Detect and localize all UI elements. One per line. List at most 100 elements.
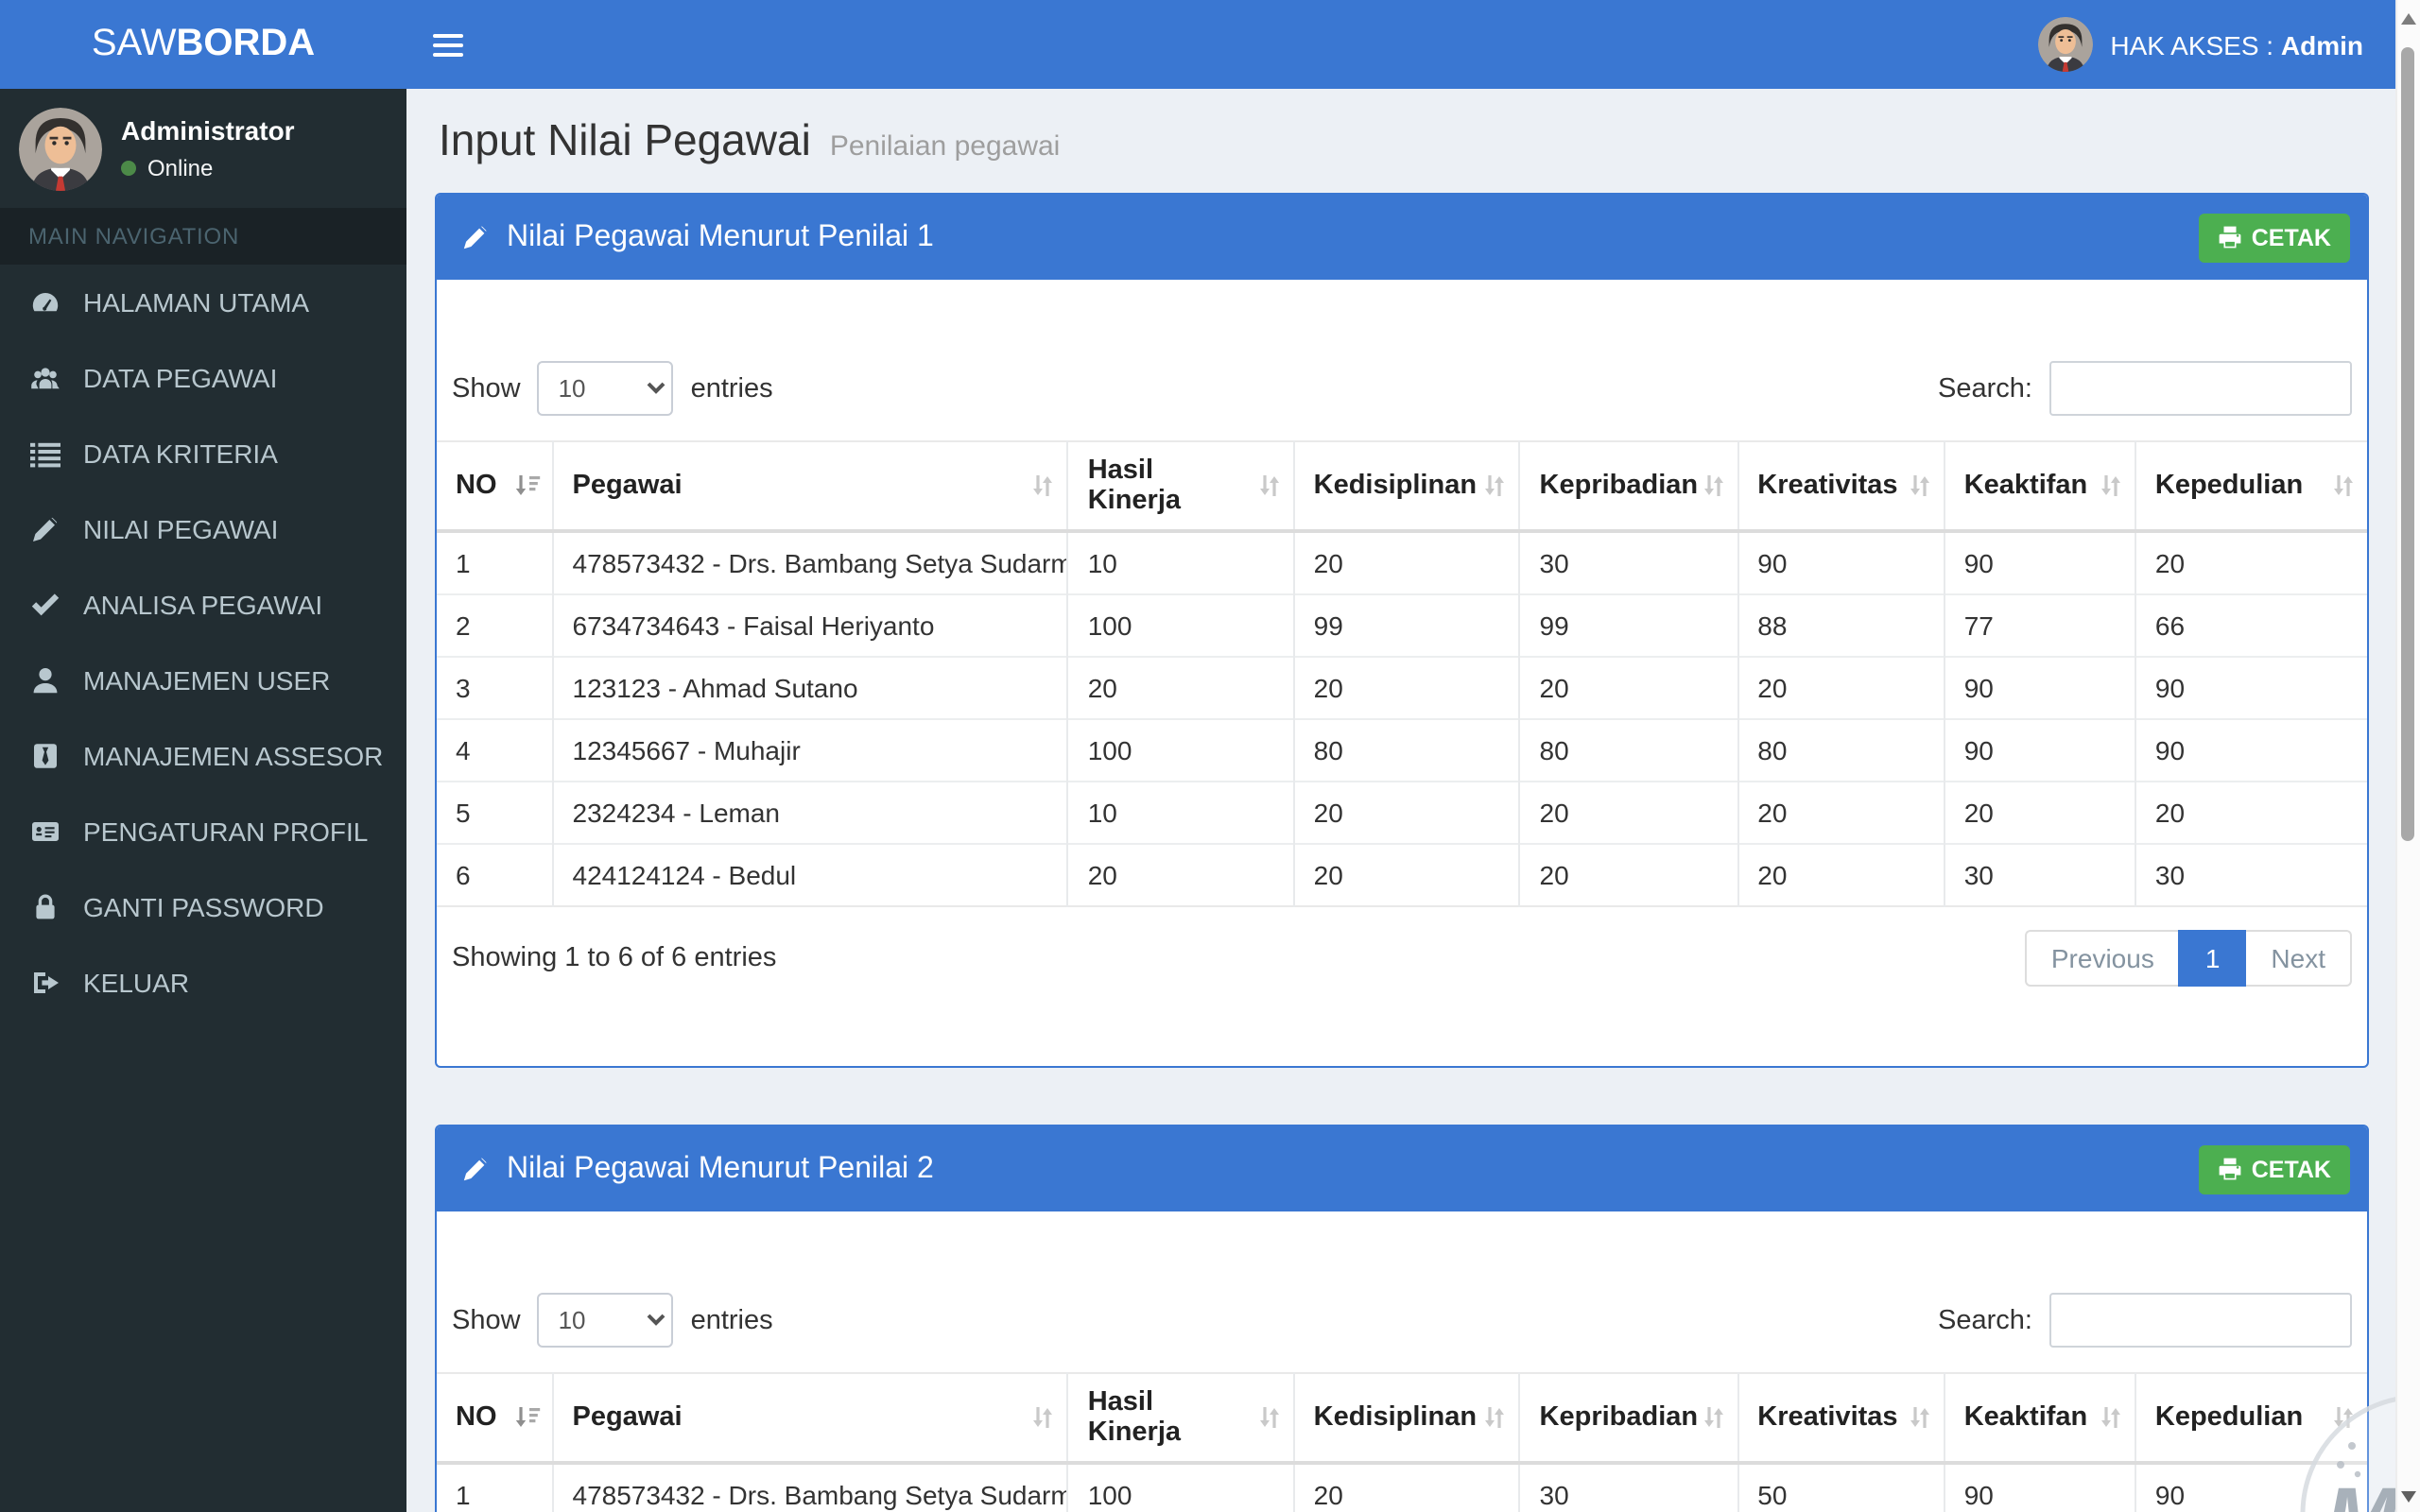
check-icon <box>30 590 60 620</box>
printer-icon <box>2218 225 2242 249</box>
scroll-down-arrow-icon[interactable] <box>2401 1491 2416 1503</box>
sort-icon <box>1701 1404 1725 1431</box>
scroll-up-arrow-icon[interactable] <box>2401 13 2416 25</box>
table-cell: 20 <box>1520 657 1738 719</box>
column-header-kedisiplinan[interactable]: Kedisiplinan <box>1294 441 1520 531</box>
table-cell: 2324234 - Leman <box>553 782 1068 844</box>
column-header-kepribadian[interactable]: Kepribadian <box>1520 1373 1738 1463</box>
show-label: Show <box>452 1305 521 1335</box>
datatable-footer: Showing 1 to 6 of 6 entries Previous 1 N… <box>452 930 2352 987</box>
table-cell: 50 <box>1737 1463 1944 1512</box>
sort-icon <box>1483 1404 1508 1431</box>
sidebar-item-halaman-utama[interactable]: HALAMAN UTAMA <box>0 265 406 340</box>
pagination-page-1-button[interactable]: 1 <box>2179 930 2247 987</box>
nilai-table-penilai-1: NOPegawaiHasil KinerjaKedisiplinanKeprib… <box>437 440 2367 907</box>
table-cell: 77 <box>1945 594 2135 657</box>
column-header-kreativitas[interactable]: Kreativitas <box>1737 1373 1944 1463</box>
column-header-pegawai[interactable]: Pegawai <box>553 441 1068 531</box>
top-navbar: SAWBORDA HAK AKSES : Admin <box>0 0 2420 89</box>
sidebar-item-nilai-pegawai[interactable]: NILAI PEGAWAI <box>0 491 406 567</box>
table-cell: 20 <box>1945 782 2135 844</box>
table-cell: 4 <box>437 719 553 782</box>
brand-logo[interactable]: SAWBORDA <box>0 0 406 89</box>
column-header-label: Keaktifan <box>1964 1402 2088 1433</box>
sidebar-item-label: MANAJEMEN USER <box>83 665 330 696</box>
page-length-select[interactable]: 10 <box>538 361 674 416</box>
sidebar-item-data-pegawai[interactable]: DATA PEGAWAI <box>0 340 406 416</box>
sidebar-item-label: PENGATURAN PROFIL <box>83 816 368 847</box>
sort-icon <box>2099 1404 2123 1431</box>
table-cell: 20 <box>1294 657 1520 719</box>
column-header-hasil-kinerja[interactable]: Hasil Kinerja <box>1068 1373 1294 1463</box>
column-header-pegawai[interactable]: Pegawai <box>553 1373 1068 1463</box>
search-label: Search: <box>1938 373 2032 404</box>
column-header-no[interactable]: NO <box>437 441 553 531</box>
panel-title: Nilai Pegawai Menurut Penilai 1 <box>461 220 934 254</box>
entries-label: entries <box>691 1305 773 1335</box>
datatable-controls: Show 10 entries Search: <box>452 361 2352 416</box>
sidebar-item-pengaturan-profil[interactable]: PENGATURAN PROFIL <box>0 794 406 869</box>
users-icon <box>30 363 60 393</box>
pagination-previous-button[interactable]: Previous <box>2025 930 2179 987</box>
column-header-label: Pegawai <box>573 1402 683 1433</box>
table-cell: 20 <box>2135 531 2367 594</box>
sort-icon <box>1257 472 1282 499</box>
table-cell: 30 <box>1520 1463 1738 1512</box>
avatar <box>19 107 102 190</box>
nilai-table-penilai-2: NO Pegawai Hasil Kinerja Kedisiplinan Keprib… <box>437 1372 2367 1512</box>
column-header-label: Keaktifan <box>1964 471 2088 501</box>
table-cell: 100 <box>1068 1463 1294 1512</box>
column-header-keaktifan[interactable]: Keaktifan <box>1945 1373 2135 1463</box>
column-header-hasil-kinerja[interactable]: Hasil Kinerja <box>1068 441 1294 531</box>
table-cell: 20 <box>1068 844 1294 906</box>
column-header-kreativitas[interactable]: Kreativitas <box>1737 441 1944 531</box>
table-cell: 20 <box>1737 782 1944 844</box>
search-input[interactable] <box>2049 361 2352 416</box>
page-length-select[interactable]: 10 <box>538 1293 674 1348</box>
sidebar-item-manajemen-user[interactable]: MANAJEMEN USER <box>0 643 406 718</box>
brand-logo-light: SAW <box>92 23 177 66</box>
table-cell: 30 <box>1520 531 1738 594</box>
table-cell: 20 <box>1068 657 1294 719</box>
table-row: 3123123 - Ahmad Sutano202020209090 <box>437 657 2367 719</box>
pencil-icon <box>30 514 60 544</box>
table-cell: 10 <box>1068 531 1294 594</box>
column-header-keaktifan[interactable]: Keaktifan <box>1945 441 2135 531</box>
table-cell: 1 <box>437 531 553 594</box>
cetak-button[interactable]: CETAK <box>2199 213 2350 262</box>
scrollbar-thumb[interactable] <box>2401 47 2414 841</box>
table-cell: 30 <box>1945 844 2135 906</box>
pagination-next-button[interactable]: Next <box>2246 930 2352 987</box>
table-info: Showing 1 to 6 of 6 entries <box>452 943 776 973</box>
sidebar-item-label: MANAJEMEN ASSESOR <box>83 741 383 771</box>
column-header-no[interactable]: NO <box>437 1373 553 1463</box>
table-cell: 30 <box>2135 844 2367 906</box>
sidebar-item-data-kriteria[interactable]: DATA KRITERIA <box>0 416 406 491</box>
scrollbar[interactable] <box>2395 0 2420 1512</box>
sidebar-item-manajemen-assesor[interactable]: MANAJEMEN ASSESOR <box>0 718 406 794</box>
column-header-kepedulian[interactable]: Kepedulian <box>2135 441 2367 531</box>
sidebar-toggle-icon[interactable] <box>406 0 490 89</box>
sidebar-item-keluar[interactable]: KELUAR <box>0 945 406 1021</box>
table-cell: 90 <box>2135 719 2367 782</box>
search-input[interactable] <box>2049 1293 2352 1348</box>
column-header-label: Kedisiplinan <box>1314 1402 1477 1433</box>
pencil-icon <box>461 1155 490 1183</box>
table-cell: 20 <box>1520 782 1738 844</box>
cetak-button[interactable]: CETAK <box>2199 1144 2350 1194</box>
table-cell: 123123 - Ahmad Sutano <box>553 657 1068 719</box>
column-header-label: NO <box>456 1402 497 1433</box>
sort-icon <box>2331 472 2356 499</box>
column-header-kedisiplinan[interactable]: Kedisiplinan <box>1294 1373 1520 1463</box>
sidebar-item-analisa-pegawai[interactable]: ANALISA PEGAWAI <box>0 567 406 643</box>
table-cell: 100 <box>1068 594 1294 657</box>
column-header-kepribadian[interactable]: Kepribadian <box>1520 441 1738 531</box>
sort-ascending-icon <box>514 472 541 499</box>
column-header-kepedulian[interactable]: Kepedulian <box>2135 1373 2367 1463</box>
table-row: 1478573432 - Drs. Bambang Setya Sudarmo1… <box>437 531 2367 594</box>
access-role-label: HAK AKSES : Admin <box>2110 29 2363 60</box>
avatar <box>2038 17 2093 72</box>
table-row: 412345667 - Muhajir1008080809090 <box>437 719 2367 782</box>
sidebar-item-ganti-password[interactable]: GANTI PASSWORD <box>0 869 406 945</box>
user-menu[interactable]: HAK AKSES : Admin <box>2038 0 2420 89</box>
